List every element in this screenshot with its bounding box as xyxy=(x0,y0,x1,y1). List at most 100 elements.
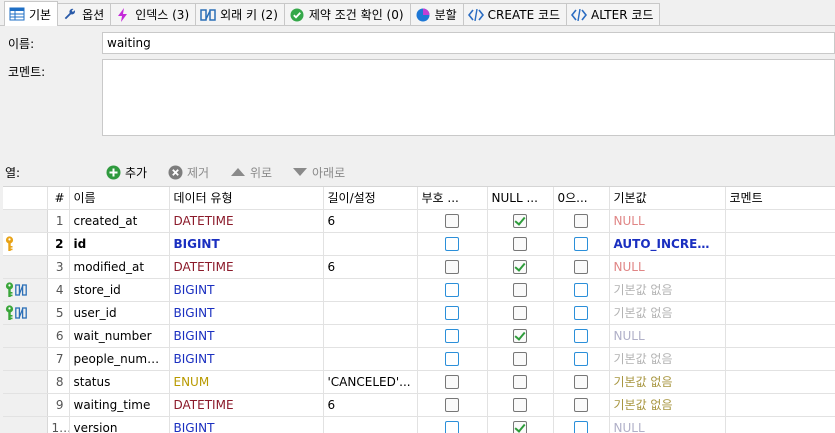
table-row[interactable]: 3 modified_at DATETIME 6 NULL xyxy=(3,255,835,279)
tab-create-code[interactable]: CREATE 코드 xyxy=(462,3,568,25)
header-type[interactable]: 데이터 유형 xyxy=(169,187,324,210)
column-length-cell[interactable] xyxy=(323,232,418,256)
unsigned-checkbox[interactable] xyxy=(445,351,459,366)
column-default-cell[interactable]: 기본값 없음 xyxy=(609,347,726,371)
table-row[interactable]: 2 id BIGINT AUTO_INCREME... xyxy=(3,232,835,256)
unsigned-checkbox[interactable] xyxy=(445,213,459,228)
zerofill-checkbox-cell[interactable] xyxy=(553,255,610,279)
zerofill-checkbox-cell[interactable] xyxy=(553,347,610,371)
column-name-cell[interactable]: people_number xyxy=(69,347,170,371)
move-up-button[interactable]: 위로 xyxy=(230,162,272,182)
nullable-checkbox[interactable] xyxy=(513,213,527,228)
table-row[interactable]: 6 wait_number BIGINT NULL xyxy=(3,324,835,348)
column-type-cell[interactable]: BIGINT xyxy=(169,416,324,433)
column-type-cell[interactable]: BIGINT xyxy=(169,278,324,302)
zerofill-checkbox-cell[interactable] xyxy=(553,370,610,394)
nullable-checkbox-cell[interactable] xyxy=(487,209,554,233)
zerofill-checkbox-cell[interactable] xyxy=(553,278,610,302)
column-comment-cell[interactable] xyxy=(725,278,835,302)
column-default-cell[interactable]: NULL xyxy=(609,255,726,279)
table-row[interactable]: 4 store_id BIGINT 기본값 없음 xyxy=(3,278,835,302)
column-default-cell[interactable]: AUTO_INCREME... xyxy=(609,232,726,256)
column-name-cell[interactable]: version xyxy=(69,416,170,433)
move-down-button[interactable]: 아래로 xyxy=(292,162,345,182)
unsigned-checkbox-cell[interactable] xyxy=(417,209,488,233)
column-default-cell[interactable]: 기본값 없음 xyxy=(609,278,726,302)
header-zerofill[interactable]: 0으... xyxy=(553,187,610,210)
unsigned-checkbox[interactable] xyxy=(445,236,459,251)
column-name-cell[interactable]: wait_number xyxy=(69,324,170,348)
tab-partitions[interactable]: 분할 xyxy=(409,3,464,25)
zerofill-checkbox[interactable] xyxy=(574,351,588,366)
name-input[interactable]: waiting xyxy=(102,32,835,54)
column-type-cell[interactable]: ENUM xyxy=(169,370,324,394)
zerofill-checkbox[interactable] xyxy=(574,282,588,297)
zerofill-checkbox-cell[interactable] xyxy=(553,209,610,233)
zerofill-checkbox[interactable] xyxy=(574,213,588,228)
tab-basic[interactable]: 기본 xyxy=(4,1,59,26)
column-type-cell[interactable]: BIGINT xyxy=(169,347,324,371)
header-nullable[interactable]: NULL ... xyxy=(487,187,554,210)
unsigned-checkbox-cell[interactable] xyxy=(417,370,488,394)
unsigned-checkbox[interactable] xyxy=(445,259,459,274)
zerofill-checkbox[interactable] xyxy=(574,374,588,389)
tab-check-constraints[interactable]: 제약 조건 확인 (0) xyxy=(283,3,411,25)
add-column-button[interactable]: 추가 xyxy=(105,162,147,182)
column-type-cell[interactable]: BIGINT xyxy=(169,301,324,325)
zerofill-checkbox-cell[interactable] xyxy=(553,232,610,256)
column-type-cell[interactable]: DATETIME xyxy=(169,255,324,279)
column-comment-cell[interactable] xyxy=(725,209,835,233)
nullable-checkbox[interactable] xyxy=(513,351,527,366)
nullable-checkbox[interactable] xyxy=(513,397,527,412)
nullable-checkbox[interactable] xyxy=(513,420,527,433)
column-length-cell[interactable] xyxy=(323,416,418,433)
nullable-checkbox[interactable] xyxy=(513,259,527,274)
nullable-checkbox[interactable] xyxy=(513,328,527,343)
tab-indexes[interactable]: 인덱스 (3) xyxy=(110,3,197,25)
column-length-cell[interactable] xyxy=(323,301,418,325)
tab-foreign-keys[interactable]: 외래 키 (2) xyxy=(195,3,285,25)
column-name-cell[interactable]: waiting_time xyxy=(69,393,170,417)
nullable-checkbox-cell[interactable] xyxy=(487,393,554,417)
header-length[interactable]: 길이/설정 xyxy=(323,187,418,210)
table-row[interactable]: 7 people_number BIGINT 기본값 없음 xyxy=(3,347,835,371)
unsigned-checkbox[interactable] xyxy=(445,328,459,343)
table-row[interactable]: 1 created_at DATETIME 6 NULL xyxy=(3,209,835,233)
zerofill-checkbox[interactable] xyxy=(574,259,588,274)
unsigned-checkbox[interactable] xyxy=(445,282,459,297)
unsigned-checkbox-cell[interactable] xyxy=(417,301,488,325)
unsigned-checkbox-cell[interactable] xyxy=(417,347,488,371)
column-type-cell[interactable]: DATETIME xyxy=(169,393,324,417)
column-name-cell[interactable]: modified_at xyxy=(69,255,170,279)
column-comment-cell[interactable] xyxy=(725,416,835,433)
column-length-cell[interactable]: 6 xyxy=(323,393,418,417)
column-default-cell[interactable]: 기본값 없음 xyxy=(609,393,726,417)
nullable-checkbox-cell[interactable] xyxy=(487,278,554,302)
column-type-cell[interactable]: BIGINT xyxy=(169,324,324,348)
table-row[interactable]: 8 status ENUM 'CANCELED'... 기본값 없음 xyxy=(3,370,835,394)
zerofill-checkbox-cell[interactable] xyxy=(553,301,610,325)
zerofill-checkbox[interactable] xyxy=(574,236,588,251)
zerofill-checkbox-cell[interactable] xyxy=(553,416,610,433)
tab-options[interactable]: 옵션 xyxy=(57,3,112,25)
column-length-cell[interactable]: 'CANCELED'... xyxy=(323,370,418,394)
table-row[interactable]: 10 version BIGINT NULL xyxy=(3,416,835,433)
column-length-cell[interactable] xyxy=(323,324,418,348)
nullable-checkbox[interactable] xyxy=(513,282,527,297)
comment-textarea[interactable] xyxy=(102,59,835,136)
column-length-cell[interactable]: 6 xyxy=(323,209,418,233)
zerofill-checkbox[interactable] xyxy=(574,328,588,343)
unsigned-checkbox-cell[interactable] xyxy=(417,393,488,417)
zerofill-checkbox-cell[interactable] xyxy=(553,393,610,417)
nullable-checkbox-cell[interactable] xyxy=(487,301,554,325)
column-name-cell[interactable]: created_at xyxy=(69,209,170,233)
column-comment-cell[interactable] xyxy=(725,347,835,371)
nullable-checkbox[interactable] xyxy=(513,236,527,251)
column-type-cell[interactable]: BIGINT xyxy=(169,232,324,256)
column-comment-cell[interactable] xyxy=(725,370,835,394)
column-default-cell[interactable]: NULL xyxy=(609,209,726,233)
nullable-checkbox-cell[interactable] xyxy=(487,232,554,256)
unsigned-checkbox-cell[interactable] xyxy=(417,416,488,433)
unsigned-checkbox-cell[interactable] xyxy=(417,278,488,302)
zerofill-checkbox-cell[interactable] xyxy=(553,324,610,348)
